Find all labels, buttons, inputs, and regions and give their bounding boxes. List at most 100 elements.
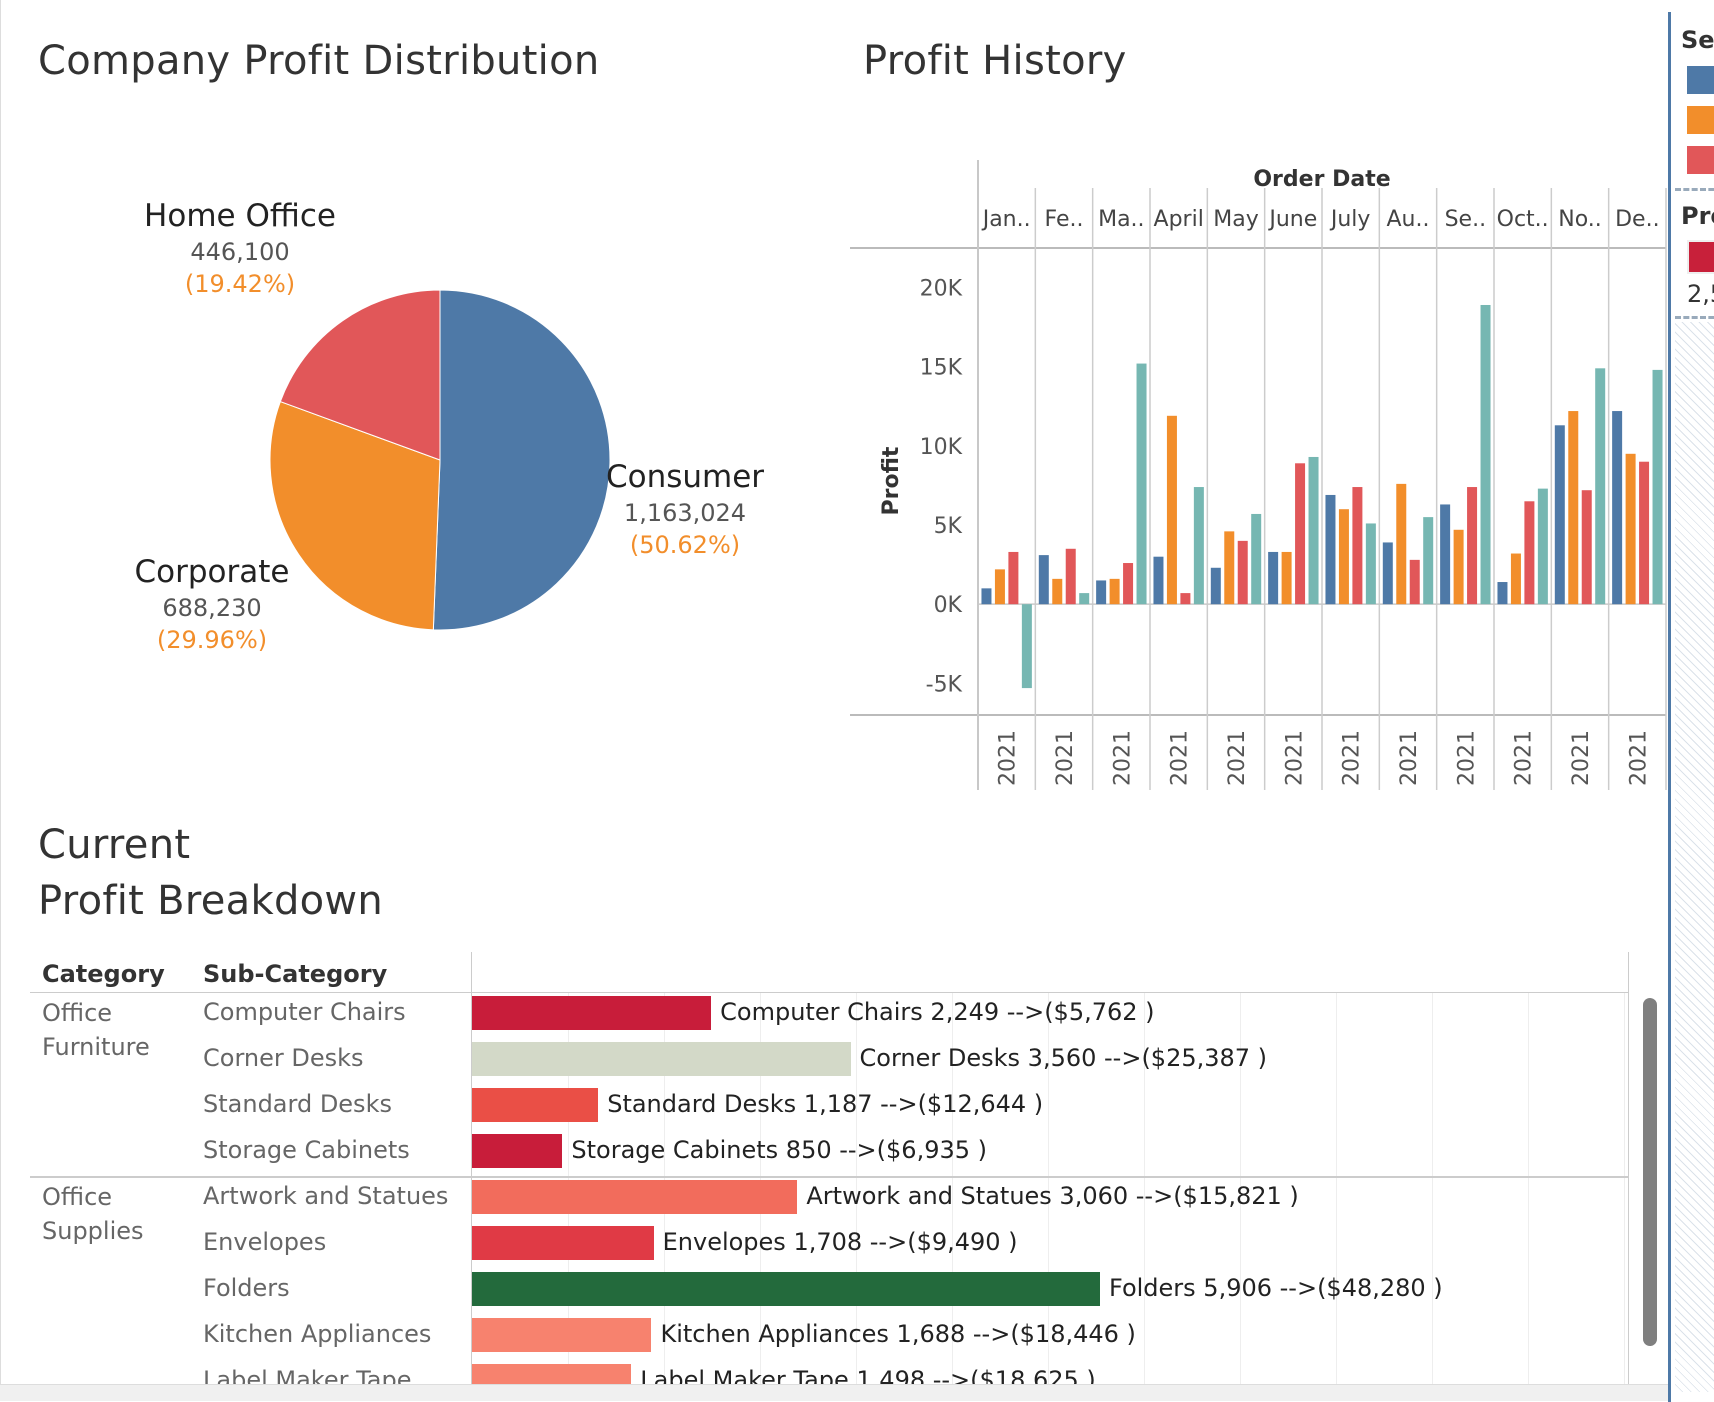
month-label: June [1267,207,1317,232]
history-bar[interactable] [981,588,992,605]
y-axis-label: Profit [879,446,904,515]
history-bar[interactable] [994,569,1005,605]
breakdown-bar[interactable] [472,1088,599,1122]
year-label: 2021 [1110,730,1135,786]
history-bar[interactable] [1295,463,1306,605]
history-bar[interactable] [1268,551,1279,605]
history-bar[interactable] [1554,425,1565,605]
year-label: 2021 [1225,730,1250,786]
history-bar[interactable] [1166,415,1177,605]
pie-label-value: 1,163,024 [623,499,747,527]
category-label-line: Supplies [42,1217,144,1245]
year-label: 2021 [1282,730,1307,786]
profit-color-swatch[interactable] [1687,240,1714,274]
breakdown-bar-label: Artwork and Statues 3,060 -->($15,821 ) [806,1182,1299,1210]
pie-slice-consumer[interactable] [432,289,611,631]
history-bar[interactable] [1109,578,1120,605]
breakdown-bar[interactable] [472,996,712,1030]
history-bar[interactable] [1467,487,1478,605]
history-bar[interactable] [1612,411,1623,605]
category-office-furniture: Office Furniture [42,996,150,1064]
bar-gridline [1336,993,1337,1400]
breakdown-bar[interactable] [472,1180,798,1214]
y-tick-label: 10K [920,435,963,460]
history-bar[interactable] [1365,523,1376,605]
history-bar[interactable] [1537,488,1548,605]
history-bar[interactable] [1581,490,1592,605]
history-bar[interactable] [1052,578,1063,605]
profit-legend-value: 2,5 [1687,280,1714,308]
history-bar[interactable] [1008,551,1019,605]
history-bar[interactable] [1639,461,1650,605]
history-bar[interactable] [1079,593,1090,605]
history-bar[interactable] [1352,487,1363,605]
history-bar[interactable] [1524,501,1535,605]
history-bar[interactable] [1652,369,1663,605]
month-label: Se.. [1445,207,1487,232]
segment-swatch-home-office[interactable] [1687,146,1714,174]
month-label: De.. [1615,207,1659,232]
history-bar[interactable] [1338,509,1349,605]
history-bar[interactable] [1021,604,1032,689]
bar-gridline [1624,993,1625,1400]
history-bar[interactable] [1308,456,1319,605]
breakdown-scrollbar-thumb[interactable] [1643,998,1657,1346]
history-bar[interactable] [1123,563,1134,605]
sub-category-label: Standard Desks [203,1090,392,1118]
legend-divider [1675,316,1714,319]
history-bar[interactable] [1237,540,1248,605]
pie-label-corporate: Corporate 688,230 (29.96%) [112,554,312,654]
segment-swatch-consumer[interactable] [1687,66,1714,94]
table-header-divider [30,992,471,993]
breakdown-title-line1: Current [38,822,191,868]
breakdown-bar[interactable] [472,1318,652,1352]
history-bar[interactable] [1440,504,1451,605]
y-tick-label: 0K [934,593,963,618]
history-bar[interactable] [1625,453,1636,605]
y-tick-label: 5K [934,514,963,539]
history-bar[interactable] [1193,487,1204,605]
legend-panel: Seg Pro 2,5 [1668,12,1714,1402]
y-tick-label: 20K [920,277,963,302]
history-bar[interactable] [1510,553,1521,605]
history-bar[interactable] [1409,559,1420,605]
year-label: 2021 [1340,730,1365,786]
history-bar[interactable] [1453,529,1464,605]
history-bar[interactable] [1153,556,1164,605]
history-bar[interactable] [1423,517,1434,605]
history-bar[interactable] [1224,531,1235,605]
month-label: July [1329,207,1371,232]
history-bar[interactable] [1568,411,1579,605]
pie-label-name: Consumer [605,459,765,495]
history-bar[interactable] [1180,593,1191,605]
category-office-supplies: Office Supplies [42,1180,144,1248]
history-bar[interactable] [1325,494,1336,605]
history-bar[interactable] [1396,483,1407,605]
history-bar[interactable] [1281,551,1292,605]
history-bar[interactable] [1136,363,1147,605]
breakdown-bar[interactable] [472,1042,851,1076]
segment-swatch-corporate[interactable] [1687,106,1714,134]
history-title: Profit History [863,38,1127,84]
sub-category-label: Kitchen Appliances [203,1320,432,1348]
year-label: 2021 [1626,730,1651,786]
history-bar[interactable] [1497,582,1508,605]
history-bar[interactable] [1096,580,1107,605]
year-label: 2021 [1454,730,1479,786]
breakdown-bar[interactable] [472,1226,654,1260]
breakdown-bar[interactable] [472,1272,1100,1306]
bar-gridline [1432,993,1433,1400]
breakdown-bar[interactable] [472,1134,563,1168]
history-bar[interactable] [1595,368,1606,605]
history-bar[interactable] [1382,542,1393,605]
pie-label-value: 688,230 [162,594,262,622]
history-bar[interactable] [1065,548,1076,605]
pie-label-home-office: Home Office 446,100 (19.42%) [140,198,340,298]
history-bar[interactable] [1210,567,1221,605]
history-bar[interactable] [1251,513,1262,605]
bottom-scroll-strip[interactable] [0,1384,1668,1401]
month-label: Au.. [1387,207,1430,232]
breakdown-bar-label: Standard Desks 1,187 -->($12,644 ) [607,1090,1044,1118]
history-bar[interactable] [1038,555,1049,605]
history-bar[interactable] [1480,304,1491,605]
